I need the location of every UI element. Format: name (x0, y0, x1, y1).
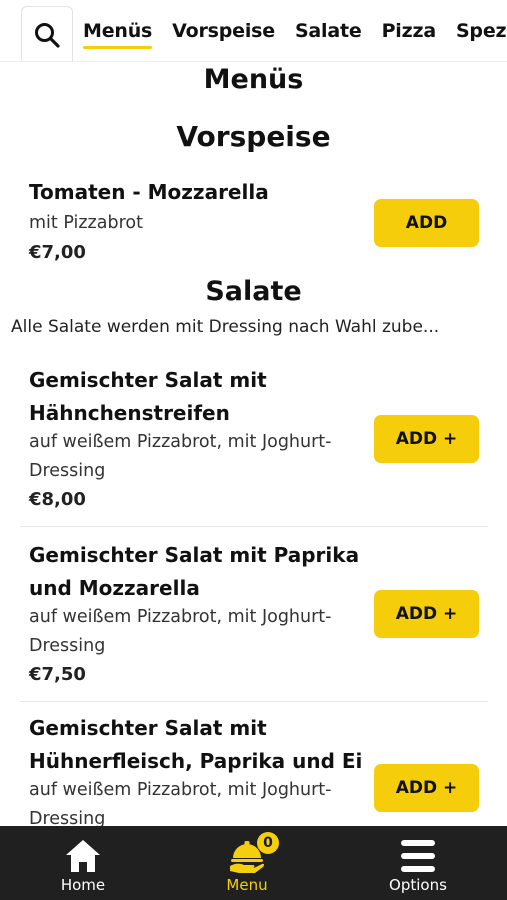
category-tabs: Menüs Vorspeise Salate Pizza Spezial- (83, 0, 507, 61)
tab-menus[interactable]: Menüs (83, 20, 152, 49)
nav-home[interactable]: Home (23, 826, 143, 900)
bottom-navigation: Home 0 Menu Options (0, 826, 507, 900)
item-name: Gemischter Salat mit Hühnerfleisch, Papr… (29, 716, 363, 773)
cart-count-badge: 0 (257, 832, 279, 854)
item-price: €8,00 (29, 489, 86, 510)
nav-options[interactable]: Options (358, 826, 478, 900)
item-name: Tomaten - Mozzarella (29, 180, 269, 204)
tab-pizza[interactable]: Pizza (382, 20, 437, 42)
menu-item[interactable]: Tomaten - Mozzarella mit Pizzabrot €7,00… (20, 176, 488, 268)
add-button[interactable]: ADD + (374, 415, 479, 463)
add-button[interactable]: ADD + (374, 764, 479, 812)
tab-spezial[interactable]: Spezial- (456, 20, 507, 42)
category-bar: Menüs Vorspeise Salate Pizza Spezial- (0, 0, 507, 62)
hamburger-icon (401, 840, 435, 872)
nav-menu[interactable]: 0 Menu (187, 826, 307, 900)
item-name: Gemischter Salat mit Paprika und Mozzare… (29, 543, 360, 600)
nav-home-label: Home (60, 876, 106, 894)
item-description: auf weißem Pizzabrot, mit Joghurt-Dressi… (29, 607, 332, 656)
tab-salate[interactable]: Salate (295, 20, 362, 42)
section-title-vorspeise: Vorspeise (176, 120, 331, 153)
menu-item[interactable]: Gemischter Salat mit Hähnchenstreifen au… (20, 362, 488, 527)
section-description: Alle Salate werden mit Dressing nach Wah… (11, 317, 440, 337)
menu-item[interactable]: Gemischter Salat mit Hühnerfleisch, Papr… (20, 702, 488, 826)
nav-menu-label: Menu (226, 876, 268, 894)
menu-item[interactable]: Gemischter Salat mit Paprika und Mozzare… (20, 527, 488, 702)
search-icon (35, 22, 60, 48)
item-price: €7,50 (29, 664, 86, 685)
tab-vorspeise[interactable]: Vorspeise (172, 20, 275, 42)
item-description: mit Pizzabrot (29, 213, 143, 233)
section-title-menus: Menüs (203, 64, 304, 95)
item-price: €7,00 (29, 242, 86, 263)
search-button[interactable] (21, 6, 73, 61)
item-name: Gemischter Salat mit Hähnchenstreifen (29, 368, 267, 425)
add-button[interactable]: ADD + (374, 590, 479, 638)
nav-options-label: Options (389, 876, 447, 894)
item-description: auf weißem Pizzabrot, mit Joghurt-Dressi… (29, 432, 332, 481)
home-icon (66, 840, 100, 872)
section-title-salate: Salate (205, 276, 302, 307)
menu-content[interactable]: Menüs Vorspeise Tomaten - Mozzarella mit… (0, 62, 507, 826)
item-description: auf weißem Pizzabrot, mit Joghurt-Dressi… (29, 780, 332, 826)
add-button[interactable]: ADD (374, 199, 479, 247)
